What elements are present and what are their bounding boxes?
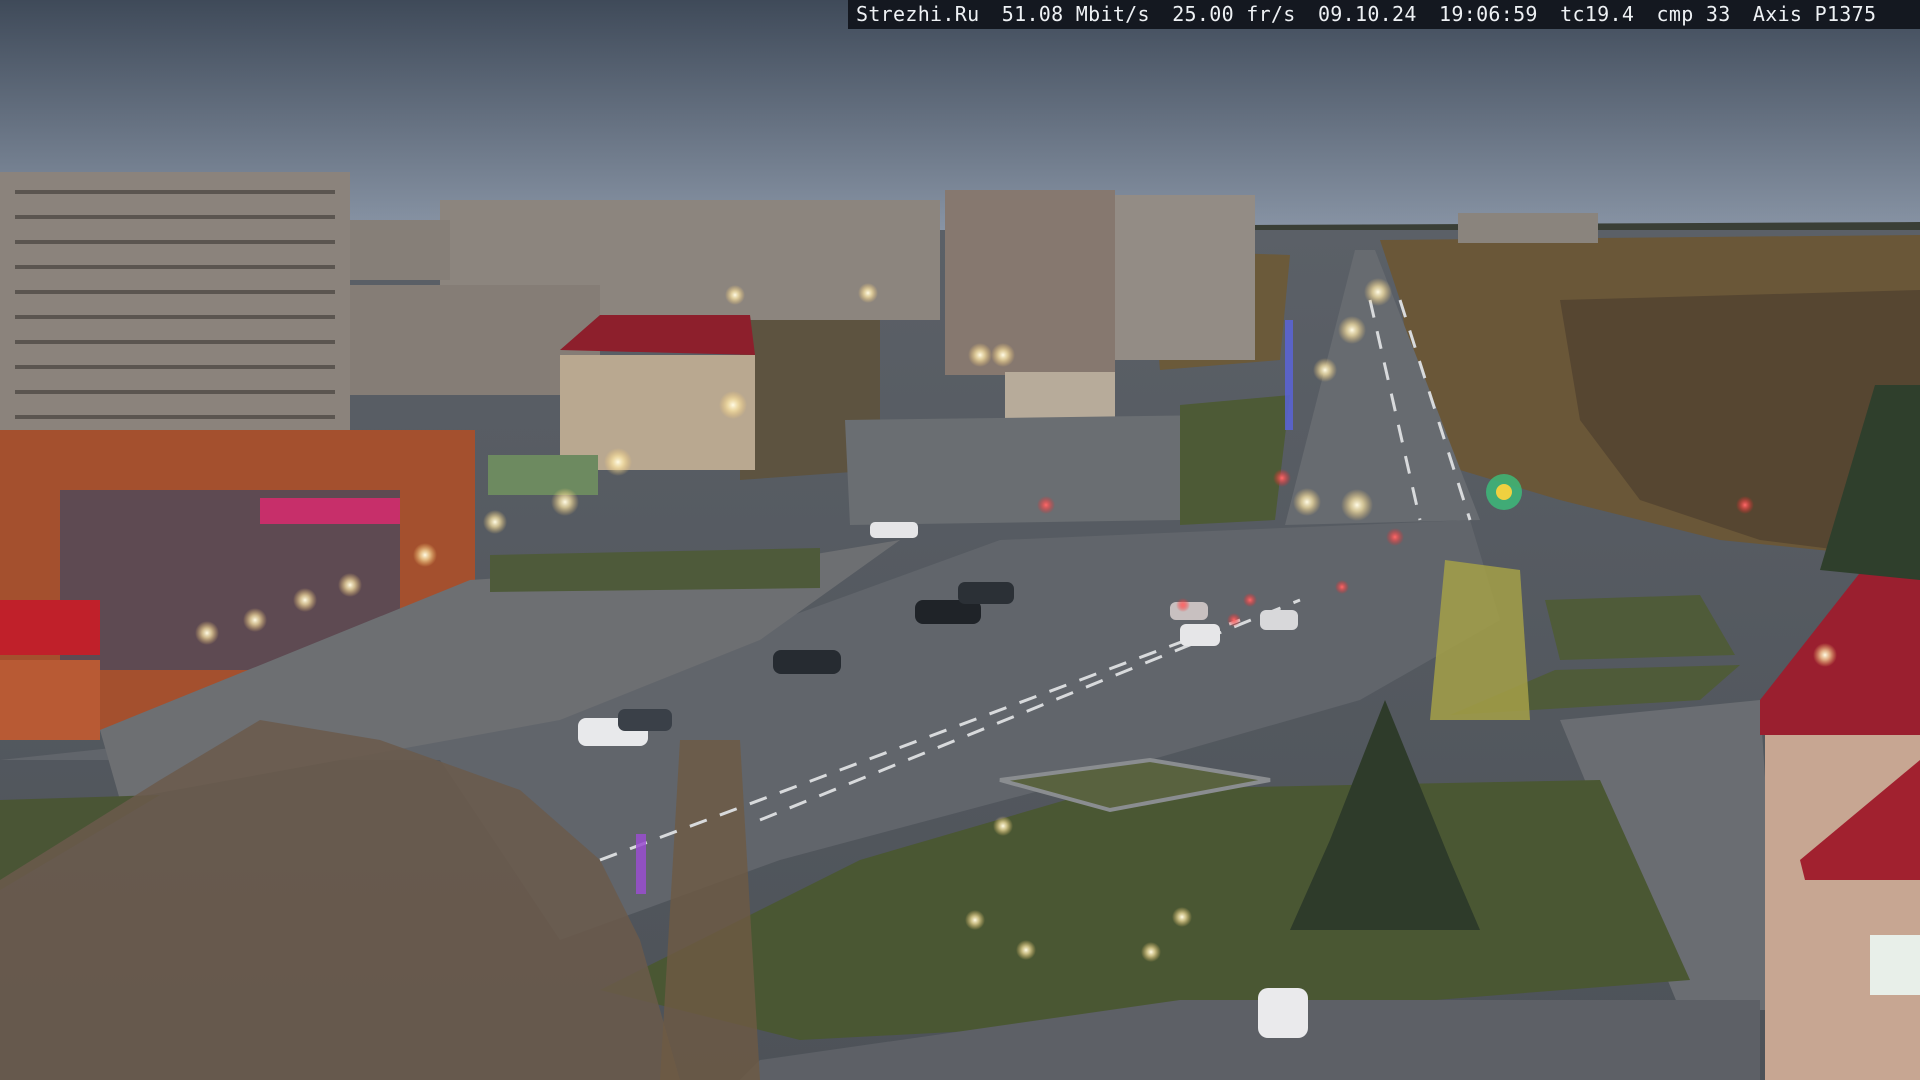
shop-sign-pink [260, 498, 400, 524]
pavilion-left [488, 455, 598, 495]
shop-front-lower [0, 660, 100, 740]
overlay-date: 09.10.24 [1317, 2, 1417, 26]
overlay-site: Strezhi.Ru [856, 2, 980, 26]
car-white-3 [1260, 610, 1298, 630]
car-white-2 [1180, 624, 1220, 646]
overlay-camera: Axis P1375 [1752, 2, 1877, 26]
car-dark-1 [618, 709, 672, 731]
car-dark-2 [773, 650, 841, 674]
apartment-block-back-2 [350, 220, 450, 280]
apartment-block-far-right [1458, 213, 1598, 243]
overlay-bitrate: 51.08 Mbit/s [1001, 2, 1150, 26]
overlay-time: 19:06:59 [1439, 2, 1538, 26]
birch-tree-yellow [1430, 560, 1530, 720]
right-tower-window [1870, 935, 1920, 995]
overlay-framerate: 25.00 fr/s [1172, 2, 1296, 26]
webcam-scene [0, 0, 1920, 1080]
pavilion [1005, 372, 1115, 420]
overlay-cmp: cmp 33 [1656, 2, 1731, 26]
overlay-tc: tc19.4 [1560, 2, 1635, 26]
lawn-median-strip [1180, 395, 1290, 525]
lawn-center-left [490, 548, 820, 592]
shop-sign-red [0, 600, 100, 655]
parking-lot [845, 415, 1220, 525]
car-white-foreground [1258, 988, 1308, 1038]
car-white-parking [870, 522, 918, 538]
tall-building-center [945, 190, 1115, 375]
car-dark-4 [958, 582, 1014, 604]
camera-overlay-bar: Strezhi.Ru 51.08 Mbit/s 25.00 fr/s 09.10… [848, 0, 1920, 29]
tall-building-center-2 [1115, 195, 1255, 360]
